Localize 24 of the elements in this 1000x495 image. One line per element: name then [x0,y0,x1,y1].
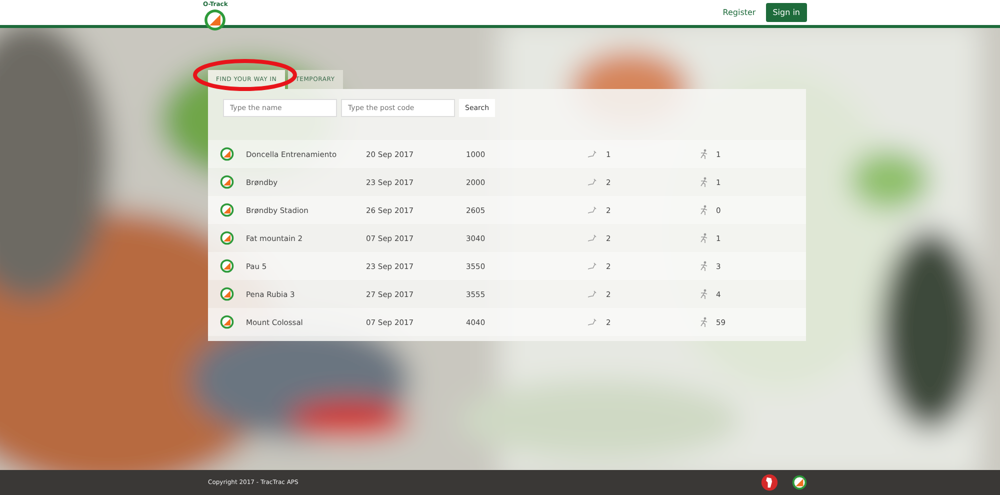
event-icon [220,287,234,301]
route-icon [588,318,598,326]
route-icon [588,150,598,158]
runner-icon [700,205,708,215]
route-icon [588,178,598,186]
event-icon [220,175,234,189]
runner-icon [700,149,708,159]
o-track-icon [792,475,807,490]
runner-icon [700,261,708,271]
register-link[interactable]: Register [722,8,756,17]
route-icon [588,262,598,270]
event-icon [220,203,234,217]
event-icon [220,259,234,273]
event-icon [220,147,234,161]
event-icon [220,231,234,245]
event-icon [220,315,234,329]
runner-icon [700,289,708,299]
route-icon [588,290,598,298]
runner-icon [700,233,708,243]
route-icon [588,234,598,242]
sign-in-button[interactable]: Sign in [766,3,807,22]
runner-icon [700,317,708,327]
runner-icon [700,177,708,187]
route-icon [588,206,598,214]
